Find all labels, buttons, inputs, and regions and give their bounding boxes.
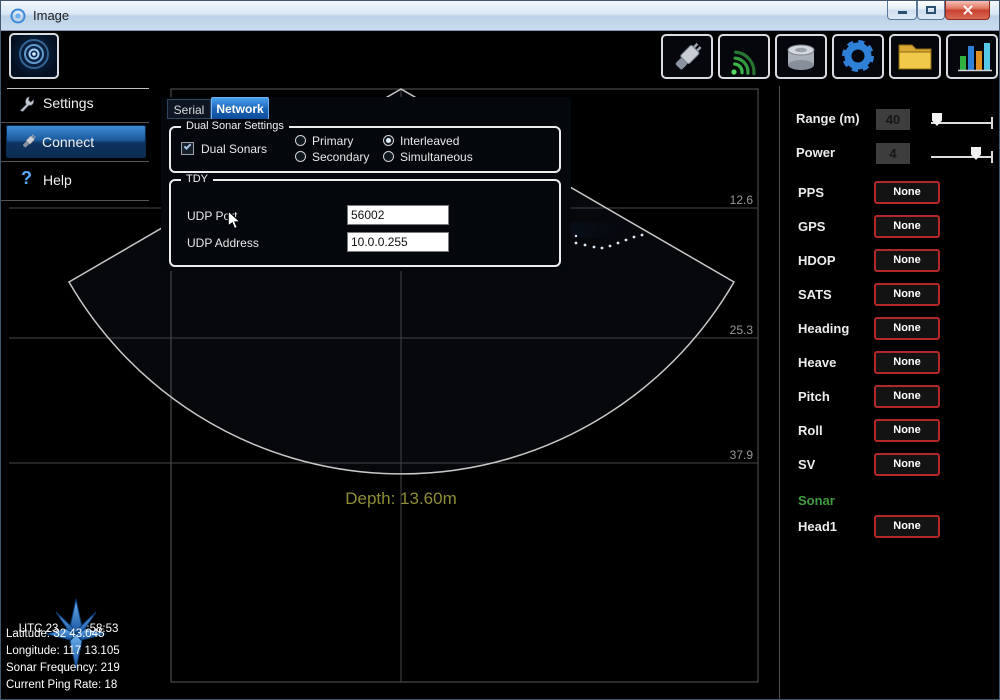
sidebar-divider [1,161,149,162]
radio-interleaved[interactable] [383,135,394,146]
sidebar-item-connect[interactable]: Connect [6,125,146,158]
udp-port-input[interactable] [347,205,449,225]
sensor-label-roll: Roll [798,423,823,438]
help-question-icon: ? [21,168,32,189]
check-icon [184,142,192,150]
power-slider-track[interactable] [931,156,993,158]
sensor-button-heading[interactable]: None [874,317,940,340]
status-latitude: Latitude: 32 43.045 [6,628,104,640]
head1-button[interactable]: None [874,515,940,538]
power-label: Power [796,145,835,160]
toolbar-connector-button[interactable] [661,34,713,79]
sonar-section-label: Sonar [798,493,835,508]
sidebar-item-label: Settings [43,95,94,111]
sidebar-divider [1,122,149,123]
disk-icon [777,36,825,77]
sensor-label-pps: PPS [798,185,824,200]
sidebar-item-label: Connect [42,134,94,150]
tab-network[interactable]: Network [211,97,269,119]
sensor-button-sv[interactable]: None [874,453,940,476]
range-slider-handle[interactable] [932,113,942,126]
power-slider-end [991,151,993,163]
range-label: Range (m) [796,111,860,126]
sensor-button-heave[interactable]: None [874,351,940,374]
maximize-icon [926,6,936,14]
sensor-button-hdop[interactable]: None [874,249,940,272]
power-slider-handle[interactable] [971,147,981,160]
toolbar-chart-button[interactable] [946,34,998,79]
title-bar[interactable]: Image [1,1,999,31]
radio-secondary[interactable] [295,151,306,162]
group-legend: Dual Sonar Settings [181,120,289,132]
radio-simultaneous-label: Simultaneous [400,150,473,164]
wrench-icon [17,94,37,114]
range-value: 40 [876,109,910,130]
gear-icon [834,36,882,77]
dual-sonar-settings-group: Dual Sonar Settings Dual Sonars Primary … [169,126,561,173]
toolbar-sonar-button[interactable] [718,34,770,79]
radio-primary[interactable] [295,135,306,146]
depth-readout: Depth: 13.60m [345,489,457,508]
sensor-label-heading: Heading [798,321,849,336]
sensor-label-heave: Heave [798,355,836,370]
udp-address-label: UDP Address [187,236,259,250]
right-panel-divider [779,86,780,699]
status-sonar-frequency: Sonar Frequency: 219 [6,662,120,674]
sensor-button-pps[interactable]: None [874,181,940,204]
connect-plug-icon [18,132,38,152]
dual-sonars-checkbox[interactable] [181,142,194,155]
sidebar-item-label: Help [43,172,72,188]
window-title: Image [33,8,69,23]
power-value: 4 [876,143,910,164]
maximize-button[interactable] [917,1,945,20]
sensor-label-hdop: HDOP [798,253,836,268]
toolbar-files-button[interactable] [889,34,941,79]
sidebar-top-divider [7,88,149,89]
head1-label: Head1 [798,519,837,534]
range-label-1: 12.6 [730,193,754,207]
connector-icon [663,36,711,77]
bars-icon [948,36,996,77]
status-longitude: Longitude: 117 13.105 [6,645,120,657]
dual-sonars-label: Dual Sonars [201,142,267,156]
sidebar-divider [1,200,149,201]
radio-simultaneous[interactable] [383,151,394,162]
app-window: 12.6 25.3 37.9 Depth: 13.60m Image [0,0,1000,700]
close-button[interactable] [945,1,990,20]
sensor-button-pitch[interactable]: None [874,385,940,408]
minimize-icon [898,11,907,14]
radio-interleaved-label: Interleaved [400,134,459,148]
range-slider-end [991,117,993,129]
folder-icon [891,36,939,77]
group-legend: TDY [181,173,213,185]
mouse-cursor [227,211,242,230]
udp-address-input[interactable] [347,232,449,252]
range-label-2: 25.3 [730,323,754,337]
app-logo [9,33,59,79]
minimize-button[interactable] [887,1,917,20]
sonar-waves-icon [720,36,768,77]
radio-primary-label: Primary [312,134,353,148]
sensor-button-roll[interactable]: None [874,419,940,442]
toolbar-settings-button[interactable] [832,34,884,79]
right-panel: Range (m) 40 Power 4 PPS None GPS None H… [781,86,999,699]
sensor-label-sv: SV [798,457,815,472]
toolbar-disk-button[interactable] [775,34,827,79]
range-label-3: 37.9 [730,448,754,462]
sensor-label-sats: SATS [798,287,832,302]
status-ping-rate: Current Ping Rate: 18 [6,679,117,691]
window-icon [10,8,26,24]
sensor-label-pitch: Pitch [798,389,830,404]
sensor-label-gps: GPS [798,219,825,234]
tab-serial[interactable]: Serial [167,99,211,119]
radio-secondary-label: Secondary [312,150,369,164]
sensor-button-gps[interactable]: None [874,215,940,238]
sonar-rings-icon [11,35,57,77]
sensor-button-sats[interactable]: None [874,283,940,306]
settings-panel: Serial Network Dual Sonar Settings Dual … [161,97,571,271]
